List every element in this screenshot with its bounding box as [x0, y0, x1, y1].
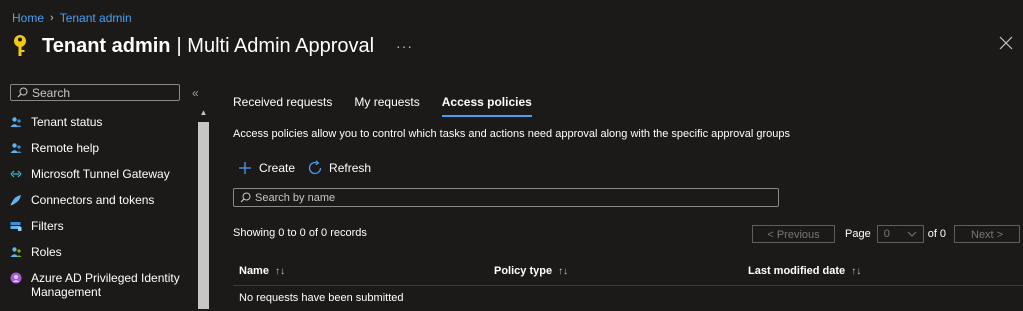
page-header: Tenant admin | Multi Admin Approval ···: [12, 32, 413, 60]
sidebar-search-input[interactable]: [28, 85, 172, 100]
sidebar-item-remote-help[interactable]: Remote help: [10, 141, 195, 167]
refresh-button-label: Refresh: [329, 161, 372, 175]
next-page-button[interactable]: Next >: [954, 225, 1021, 243]
empty-table-message: No requests have been submitted: [239, 292, 404, 304]
key-icon: [14, 35, 26, 56]
page-select[interactable]: 0: [876, 225, 924, 243]
table-header: Name ↑↓ Policy type ↑↓ Last modified dat…: [233, 257, 1023, 286]
tab-bar: Received requests My requests Access pol…: [233, 95, 532, 117]
page-label: Page: [845, 228, 871, 240]
sidebar-item-label: Roles: [31, 245, 62, 259]
page-title: Tenant admin: [42, 34, 171, 57]
sidebar-item-roles[interactable]: Roles: [10, 245, 195, 271]
column-header-label: Policy type: [494, 265, 553, 277]
sidebar-search[interactable]: [10, 84, 180, 101]
sidebar-item-label: Microsoft Tunnel Gateway: [31, 167, 170, 181]
page-total: of 0: [927, 228, 947, 240]
column-header-policy-type[interactable]: Policy type ↑↓: [494, 265, 748, 277]
breadcrumb-tenant-admin-link[interactable]: Tenant admin: [60, 11, 132, 25]
chevron-down-icon: [907, 231, 917, 237]
create-button[interactable]: Create: [237, 160, 295, 176]
name-search-input[interactable]: [251, 191, 755, 204]
sidebar-item-azure-ad-pim[interactable]: Azure AD Privileged Identity Management: [10, 271, 195, 311]
page-description: Access policies allow you to control whi…: [233, 128, 791, 140]
search-icon: [240, 192, 251, 203]
sidebar-item-label: Filters: [31, 219, 64, 233]
page-subtitle: | Multi Admin Approval: [176, 34, 375, 57]
sort-icon: ↑↓: [274, 265, 285, 277]
people-icon: [10, 117, 22, 127]
people-icon: [10, 143, 22, 153]
sidebar: « Tenant status Remote help Microsoft Tu…: [0, 82, 210, 309]
tab-access-policies[interactable]: Access policies: [441, 95, 532, 117]
breadcrumb-home-link[interactable]: Home: [12, 11, 44, 25]
records-count: Showing 0 to 0 of 0 records: [233, 227, 367, 239]
sort-icon: ↑↓: [558, 265, 569, 277]
collapse-sidebar-button[interactable]: «: [192, 86, 199, 100]
breadcrumb: Home › Tenant admin: [12, 11, 132, 25]
people-icon: [10, 247, 22, 257]
page-select-value: 0: [883, 228, 890, 240]
tab-received-requests[interactable]: Received requests: [233, 95, 332, 117]
column-header-name[interactable]: Name ↑↓: [239, 265, 494, 277]
search-icon: [17, 87, 28, 98]
policies-table: Name ↑↓ Policy type ↑↓ Last modified dat…: [233, 257, 1023, 304]
sidebar-item-label: Azure AD Privileged Identity Management: [31, 271, 180, 299]
more-options-button[interactable]: ···: [396, 38, 413, 54]
create-button-label: Create: [259, 161, 296, 175]
sort-icon: ↑↓: [851, 265, 862, 277]
sidebar-item-label: Tenant status: [31, 115, 103, 129]
column-header-label: Last modified date: [748, 265, 846, 277]
identity-icon: [10, 272, 22, 284]
filter-icon: [10, 222, 22, 231]
sidebar-nav: Tenant status Remote help Microsoft Tunn…: [10, 115, 195, 311]
scroll-up-icon[interactable]: ▲: [198, 106, 209, 120]
previous-page-button[interactable]: < Previous: [752, 225, 835, 243]
sidebar-scrollbar[interactable]: ▲: [198, 106, 209, 309]
pagination: < Previous Page 0 of 0 Next >: [752, 225, 1021, 243]
main-content: Received requests My requests Access pol…: [233, 82, 1023, 309]
sidebar-item-microsoft-tunnel-gateway[interactable]: Microsoft Tunnel Gateway: [10, 167, 195, 193]
sidebar-item-tenant-status[interactable]: Tenant status: [10, 115, 195, 141]
plus-icon: [239, 162, 251, 174]
arrows-icon: [10, 170, 22, 178]
chevron-right-icon: ›: [50, 12, 54, 24]
refresh-button[interactable]: Refresh: [307, 160, 371, 176]
rocket-icon: [10, 195, 21, 206]
scrollbar-thumb[interactable]: [198, 122, 209, 309]
name-search-box[interactable]: [233, 188, 779, 207]
command-bar: Create Refresh: [237, 160, 371, 176]
sidebar-item-filters[interactable]: Filters: [10, 219, 195, 245]
close-icon[interactable]: [999, 36, 1013, 50]
refresh-icon: [308, 160, 322, 175]
sidebar-item-label: Remote help: [31, 141, 100, 155]
column-header-last-modified-date[interactable]: Last modified date ↑↓: [748, 265, 861, 277]
sidebar-item-connectors-and-tokens[interactable]: Connectors and tokens: [10, 193, 195, 219]
tab-my-requests[interactable]: My requests: [354, 95, 419, 117]
sidebar-item-label: Connectors and tokens: [31, 193, 155, 207]
column-header-label: Name: [239, 265, 269, 277]
